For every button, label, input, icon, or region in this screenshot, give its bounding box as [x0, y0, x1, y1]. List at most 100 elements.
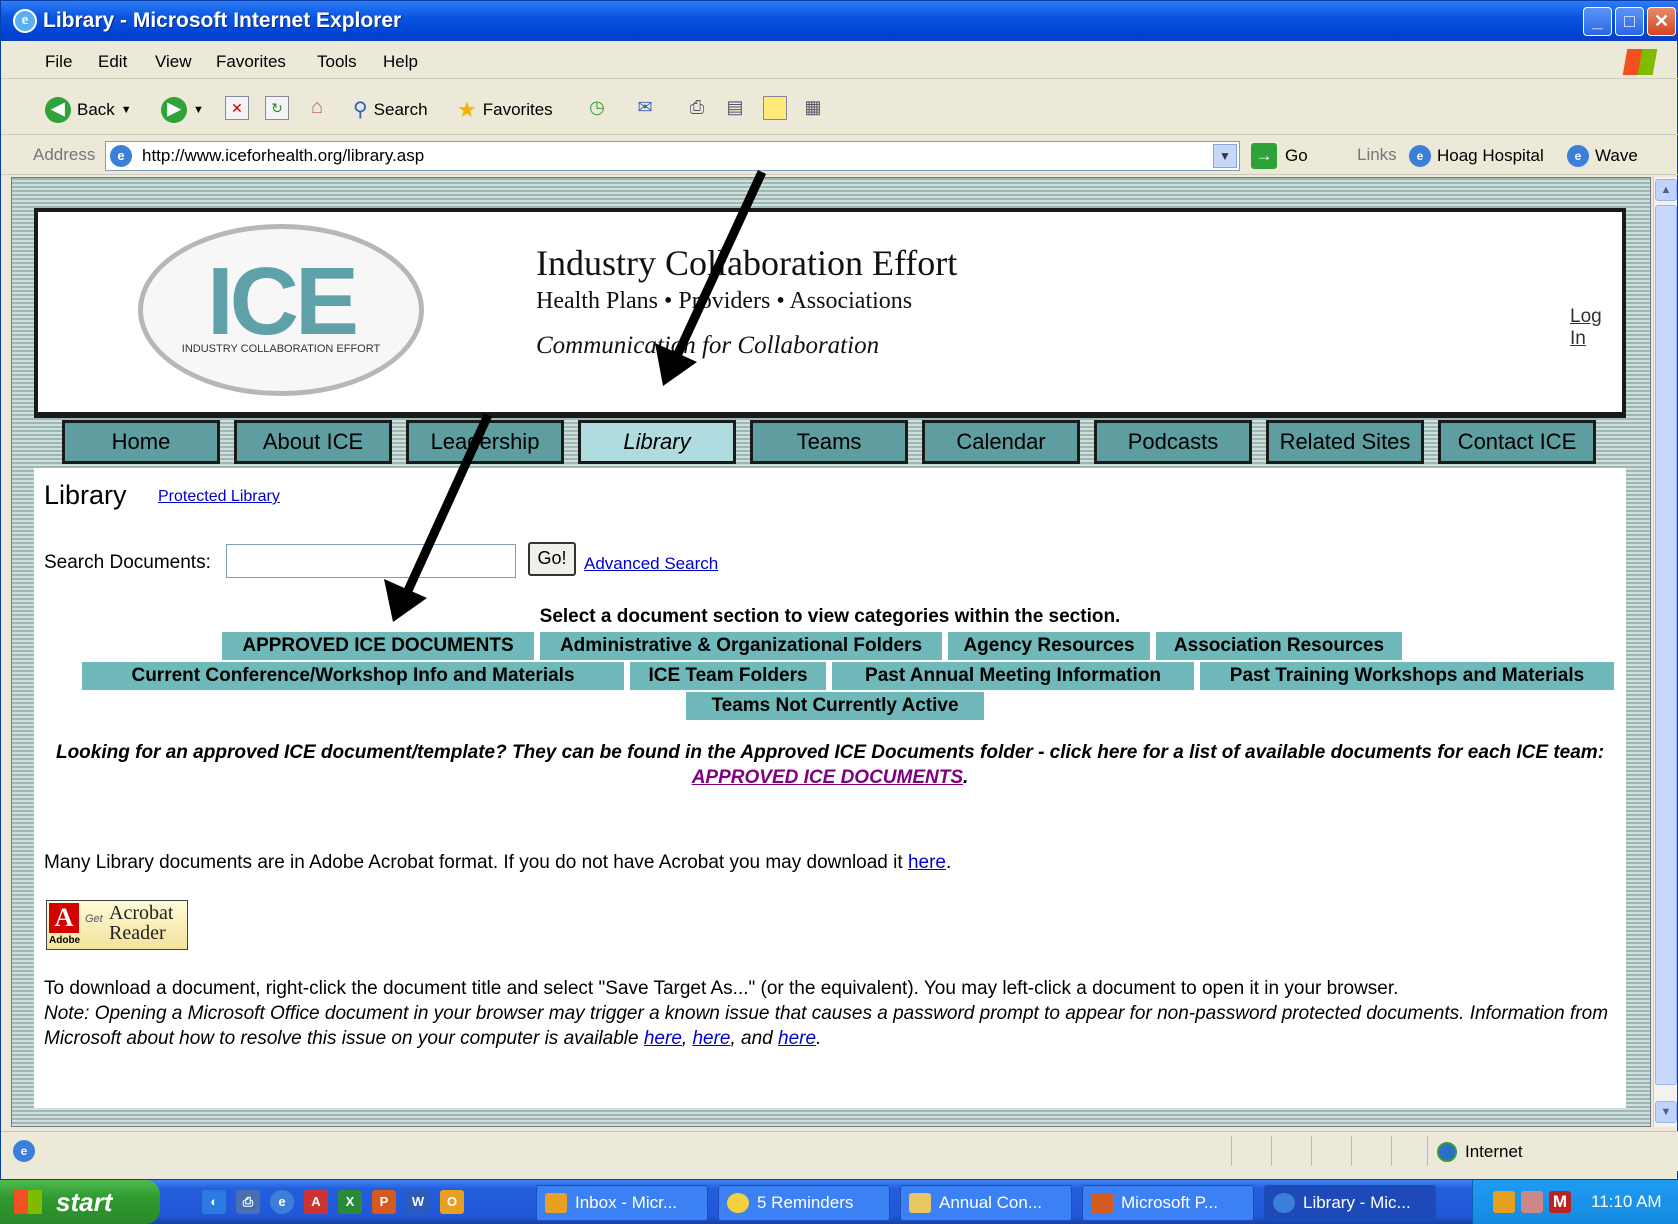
section-ice-team-folders[interactable]: ICE Team Folders — [630, 662, 826, 690]
approved-docs-link[interactable]: APPROVED ICE DOCUMENTS — [692, 767, 963, 788]
acrobat-note-end: . — [945, 852, 952, 873]
ie-icon[interactable]: e — [270, 1190, 294, 1214]
discuss-icon[interactable] — [763, 96, 787, 120]
nav-teams[interactable]: Teams — [750, 420, 908, 464]
address-input[interactable]: e http://www.iceforhealth.org/library.as… — [105, 141, 1240, 171]
forward-button[interactable]: ▶ ▼ — [161, 97, 204, 123]
task-label: Microsoft P... — [1121, 1193, 1218, 1212]
link-wave[interactable]: e Wave — [1567, 145, 1638, 167]
task-label: Library - Mic... — [1303, 1193, 1411, 1212]
start-button[interactable]: start — [0, 1180, 160, 1224]
refresh-icon[interactable]: ↻ — [265, 96, 289, 120]
task-inbox[interactable]: Inbox - Micr... — [536, 1185, 708, 1221]
scroll-down-icon[interactable]: ▼ — [1655, 1101, 1677, 1123]
acrobat-download-link[interactable]: here — [908, 852, 946, 873]
excel-icon[interactable]: X — [338, 1190, 362, 1214]
section-agency-resources[interactable]: Agency Resources — [948, 632, 1150, 660]
section-association-resources[interactable]: Association Resources — [1156, 632, 1402, 660]
search-button[interactable]: ⚲ Search — [353, 97, 428, 122]
section-past-training-workshops[interactable]: Past Training Workshops and Materials — [1200, 662, 1614, 690]
get-label: Get — [85, 913, 103, 925]
section-approved-ice-documents[interactable]: APPROVED ICE DOCUMENTS — [222, 632, 534, 660]
section-past-annual-meeting[interactable]: Past Annual Meeting Information — [832, 662, 1194, 690]
task-microsoft-p[interactable]: Microsoft P... — [1082, 1185, 1254, 1221]
toolbar: ◀ Back ▼ ▶ ▼ ✕ ↻ ⌂ ⚲ Search ★ Favorites … — [1, 81, 1678, 135]
nav-library[interactable]: Library — [578, 420, 736, 464]
menu-favorites[interactable]: Favorites — [216, 52, 286, 72]
network-tray-icon[interactable] — [1521, 1191, 1543, 1213]
status-bar: e Internet — [1, 1131, 1678, 1171]
menu-help[interactable]: Help — [383, 52, 418, 72]
print-icon[interactable]: ⎙ — [236, 1190, 260, 1214]
menu-edit[interactable]: Edit — [98, 52, 127, 72]
home-icon[interactable]: ⌂ — [305, 96, 329, 120]
ie-icon — [1273, 1193, 1295, 1213]
nav-about-ice[interactable]: About ICE — [234, 420, 392, 464]
task-library[interactable]: Library - Mic... — [1264, 1185, 1436, 1221]
menu-file[interactable]: File — [45, 52, 72, 72]
minimize-button[interactable]: _ — [1583, 7, 1612, 36]
outlook-tray-icon[interactable] — [1493, 1191, 1515, 1213]
nav-contact-ice[interactable]: Contact ICE — [1438, 420, 1596, 464]
microsoft-link-2[interactable]: here — [692, 1028, 730, 1049]
adobe-label: Adobe — [49, 935, 81, 946]
go-button[interactable]: → Go — [1251, 143, 1308, 169]
history-icon[interactable]: ◷ — [585, 96, 609, 120]
chevron-down-icon[interactable]: ▼ — [1213, 144, 1237, 168]
acrobat-icon[interactable]: A — [304, 1190, 328, 1214]
section-administrative-organizational[interactable]: Administrative & Organizational Folders — [540, 632, 942, 660]
scroll-up-icon[interactable]: ▲ — [1655, 179, 1677, 201]
tagline: Communication for Collaboration — [536, 332, 880, 359]
search-documents-input[interactable] — [226, 544, 516, 578]
site-header: ICE INDUSTRY COLLABORATION EFFORT Indust… — [34, 208, 1626, 418]
menu-tools[interactable]: Tools — [317, 52, 357, 72]
menu-view[interactable]: View — [155, 52, 192, 72]
link-hoag-hospital[interactable]: e Hoag Hospital — [1409, 145, 1544, 167]
back-button[interactable]: ◀ Back ▼ — [45, 97, 132, 123]
separator: , and — [730, 1028, 779, 1049]
microsoft-link-1[interactable]: here — [644, 1028, 682, 1049]
advanced-search-link[interactable]: Advanced Search — [584, 554, 718, 574]
link-label: Wave — [1595, 146, 1638, 165]
research-icon[interactable]: ▦ — [801, 96, 825, 120]
maximize-button[interactable]: □ — [1615, 7, 1644, 36]
scroll-thumb[interactable] — [1655, 205, 1677, 1085]
powerpoint-icon[interactable]: P — [372, 1190, 396, 1214]
acrobat-note: Many Library documents are in Adobe Acro… — [44, 852, 951, 874]
search-go-button[interactable]: Go! — [528, 542, 576, 576]
mcafee-tray-icon[interactable]: M — [1549, 1191, 1571, 1213]
mail-icon[interactable]: ✉ — [633, 96, 657, 120]
nav-podcasts[interactable]: Podcasts — [1094, 420, 1252, 464]
edit-icon[interactable]: ▤ — [723, 96, 747, 120]
stop-icon[interactable]: ✕ — [225, 96, 249, 120]
nav-calendar[interactable]: Calendar — [922, 420, 1080, 464]
login-link[interactable]: Log In — [1570, 306, 1622, 350]
favorites-button[interactable]: ★ Favorites — [457, 97, 553, 123]
section-instruction: Select a document section to view catego… — [539, 606, 1121, 627]
protected-library-link[interactable]: Protected Library — [158, 488, 280, 506]
page-content: Library Protected Library Search Documen… — [34, 468, 1626, 1108]
approved-docs-text: Looking for an approved ICE document/tem… — [55, 742, 1605, 763]
task-label: 5 Reminders — [757, 1193, 854, 1212]
print-icon[interactable]: ⎙ — [685, 96, 709, 120]
word-icon[interactable]: W — [406, 1190, 430, 1214]
nav-related-sites[interactable]: Related Sites — [1266, 420, 1424, 464]
get-acrobat-reader-badge[interactable]: A Adobe Get Acrobat Reader — [46, 900, 188, 950]
section-teams-not-active[interactable]: Teams Not Currently Active — [686, 692, 984, 720]
title-bar[interactable]: e Library - Microsoft Internet Explorer … — [1, 1, 1678, 41]
task-reminders[interactable]: 5 Reminders — [718, 1185, 890, 1221]
desktop-icon[interactable]: ◐ — [202, 1190, 226, 1214]
vertical-scrollbar[interactable]: ▲ ▼ — [1653, 177, 1677, 1127]
microsoft-link-3[interactable]: here — [778, 1028, 816, 1049]
page-viewport: ICE INDUSTRY COLLABORATION EFFORT Indust… — [11, 177, 1651, 1127]
nav-leadership[interactable]: Leadership — [406, 420, 564, 464]
task-annual-con[interactable]: Annual Con... — [900, 1185, 1072, 1221]
download-instructions: To download a document, right-click the … — [44, 976, 1624, 1051]
acrobat-line1: Acrobat — [109, 902, 174, 924]
close-button[interactable]: ✕ — [1647, 7, 1676, 36]
status-divider — [1391, 1136, 1392, 1166]
nav-home[interactable]: Home — [62, 420, 220, 464]
section-current-conference[interactable]: Current Conference/Workshop Info and Mat… — [82, 662, 624, 690]
ice-logo[interactable]: ICE INDUSTRY COLLABORATION EFFORT — [138, 224, 424, 396]
outlook-icon[interactable]: O — [440, 1190, 464, 1214]
